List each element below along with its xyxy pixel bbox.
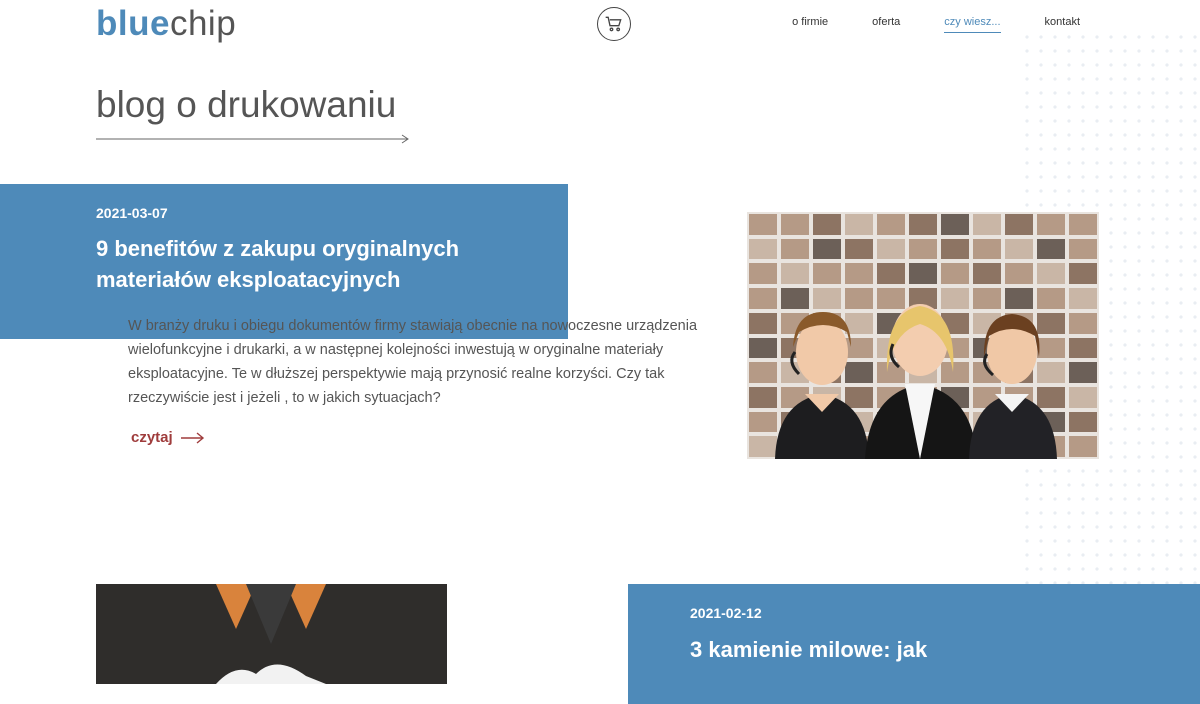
cart-icon [605, 16, 622, 32]
post-2-image[interactable] [96, 584, 447, 684]
cart-button[interactable] [597, 7, 631, 41]
post-1-image[interactable] [747, 212, 1099, 459]
read-more-link[interactable]: czytaj [131, 429, 205, 446]
call-center-agents [775, 304, 1057, 459]
nav-oferta[interactable]: oferta [872, 16, 900, 33]
logo[interactable]: bluechip [96, 4, 236, 44]
main-nav: o firmie oferta czy wiesz... kontakt [792, 16, 1080, 33]
business-person-photo [96, 584, 447, 684]
nav-kontakt[interactable]: kontakt [1045, 16, 1080, 33]
page-title: blog o drukowaniu [96, 84, 397, 125]
arrow-right-icon [180, 431, 204, 444]
nav-o-firmie[interactable]: o firmie [792, 16, 828, 33]
logo-chip: chip [169, 4, 237, 43]
logo-blue: blue [96, 4, 170, 43]
post-1-excerpt: W branży druku i obiegu dokumentów firmy… [128, 318, 698, 406]
title-underline-arrow [96, 134, 409, 144]
post-1-date: 2021-03-07 [96, 205, 168, 221]
post-2-date: 2021-02-12 [690, 605, 762, 621]
post-2-title[interactable]: 3 kamienie milowe: jak [690, 634, 1160, 665]
post-1-title[interactable]: 9 benefitów z zakupu oryginalnych materi… [96, 233, 536, 295]
nav-czy-wiesz[interactable]: czy wiesz... [944, 16, 1001, 33]
read-more-label: czytaj [131, 429, 173, 446]
